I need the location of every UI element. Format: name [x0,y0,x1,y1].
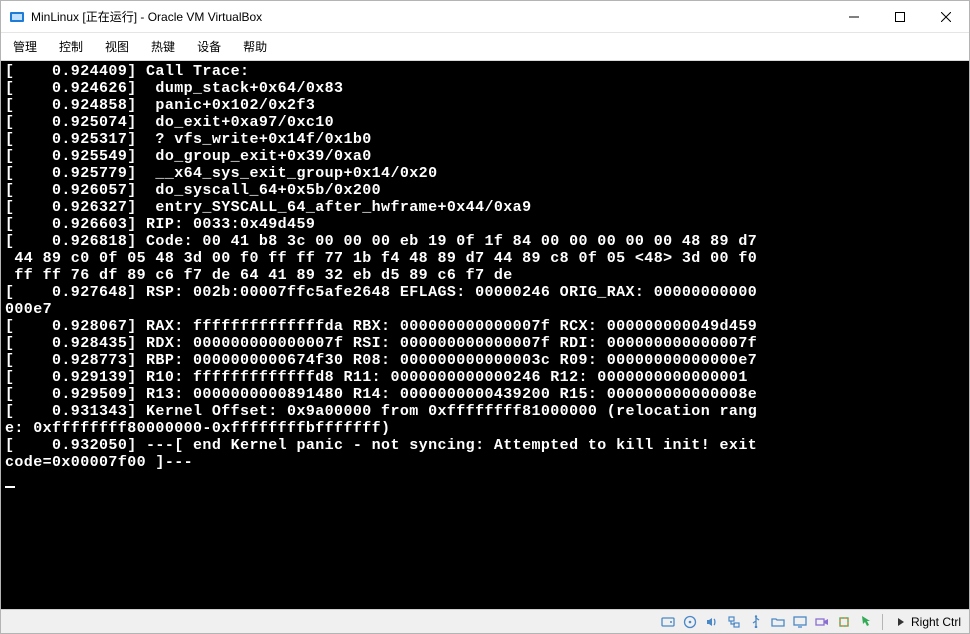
vm-console[interactable]: [ 0.924409] Call Trace: [ 0.924626] dump… [1,61,969,609]
menu-manage[interactable]: 管理 [9,36,41,57]
shared-folders-icon[interactable] [768,613,788,631]
menu-devices[interactable]: 设备 [193,36,225,57]
menu-view[interactable]: 视图 [101,36,133,57]
cpu-icon[interactable] [834,613,854,631]
statusbar-separator [882,614,883,630]
minimize-button[interactable] [831,1,877,32]
statusbar: Right Ctrl [1,609,969,633]
audio-icon[interactable] [702,613,722,631]
maximize-button[interactable] [877,1,923,32]
window-controls [831,1,969,32]
window-title: MinLinux [正在运行] - Oracle VM VirtualBox [31,8,831,25]
optical-icon[interactable] [680,613,700,631]
status-icons [658,613,876,631]
mouse-integration-icon[interactable] [856,613,876,631]
virtualbox-icon [9,9,25,25]
menu-help[interactable]: 帮助 [239,36,271,57]
menu-hotkeys[interactable]: 热键 [147,36,179,57]
harddisk-icon[interactable] [658,613,678,631]
menubar: 管理 控制 视图 热键 设备 帮助 [1,33,969,61]
recording-icon[interactable] [812,613,832,631]
usb-icon[interactable] [746,613,766,631]
network-icon[interactable] [724,613,744,631]
menu-control[interactable]: 控制 [55,36,87,57]
display-icon[interactable] [790,613,810,631]
host-key-label: Right Ctrl [911,615,961,629]
host-key-indicator[interactable]: Right Ctrl [889,615,965,629]
close-button[interactable] [923,1,969,32]
titlebar: MinLinux [正在运行] - Oracle VM VirtualBox [1,1,969,33]
